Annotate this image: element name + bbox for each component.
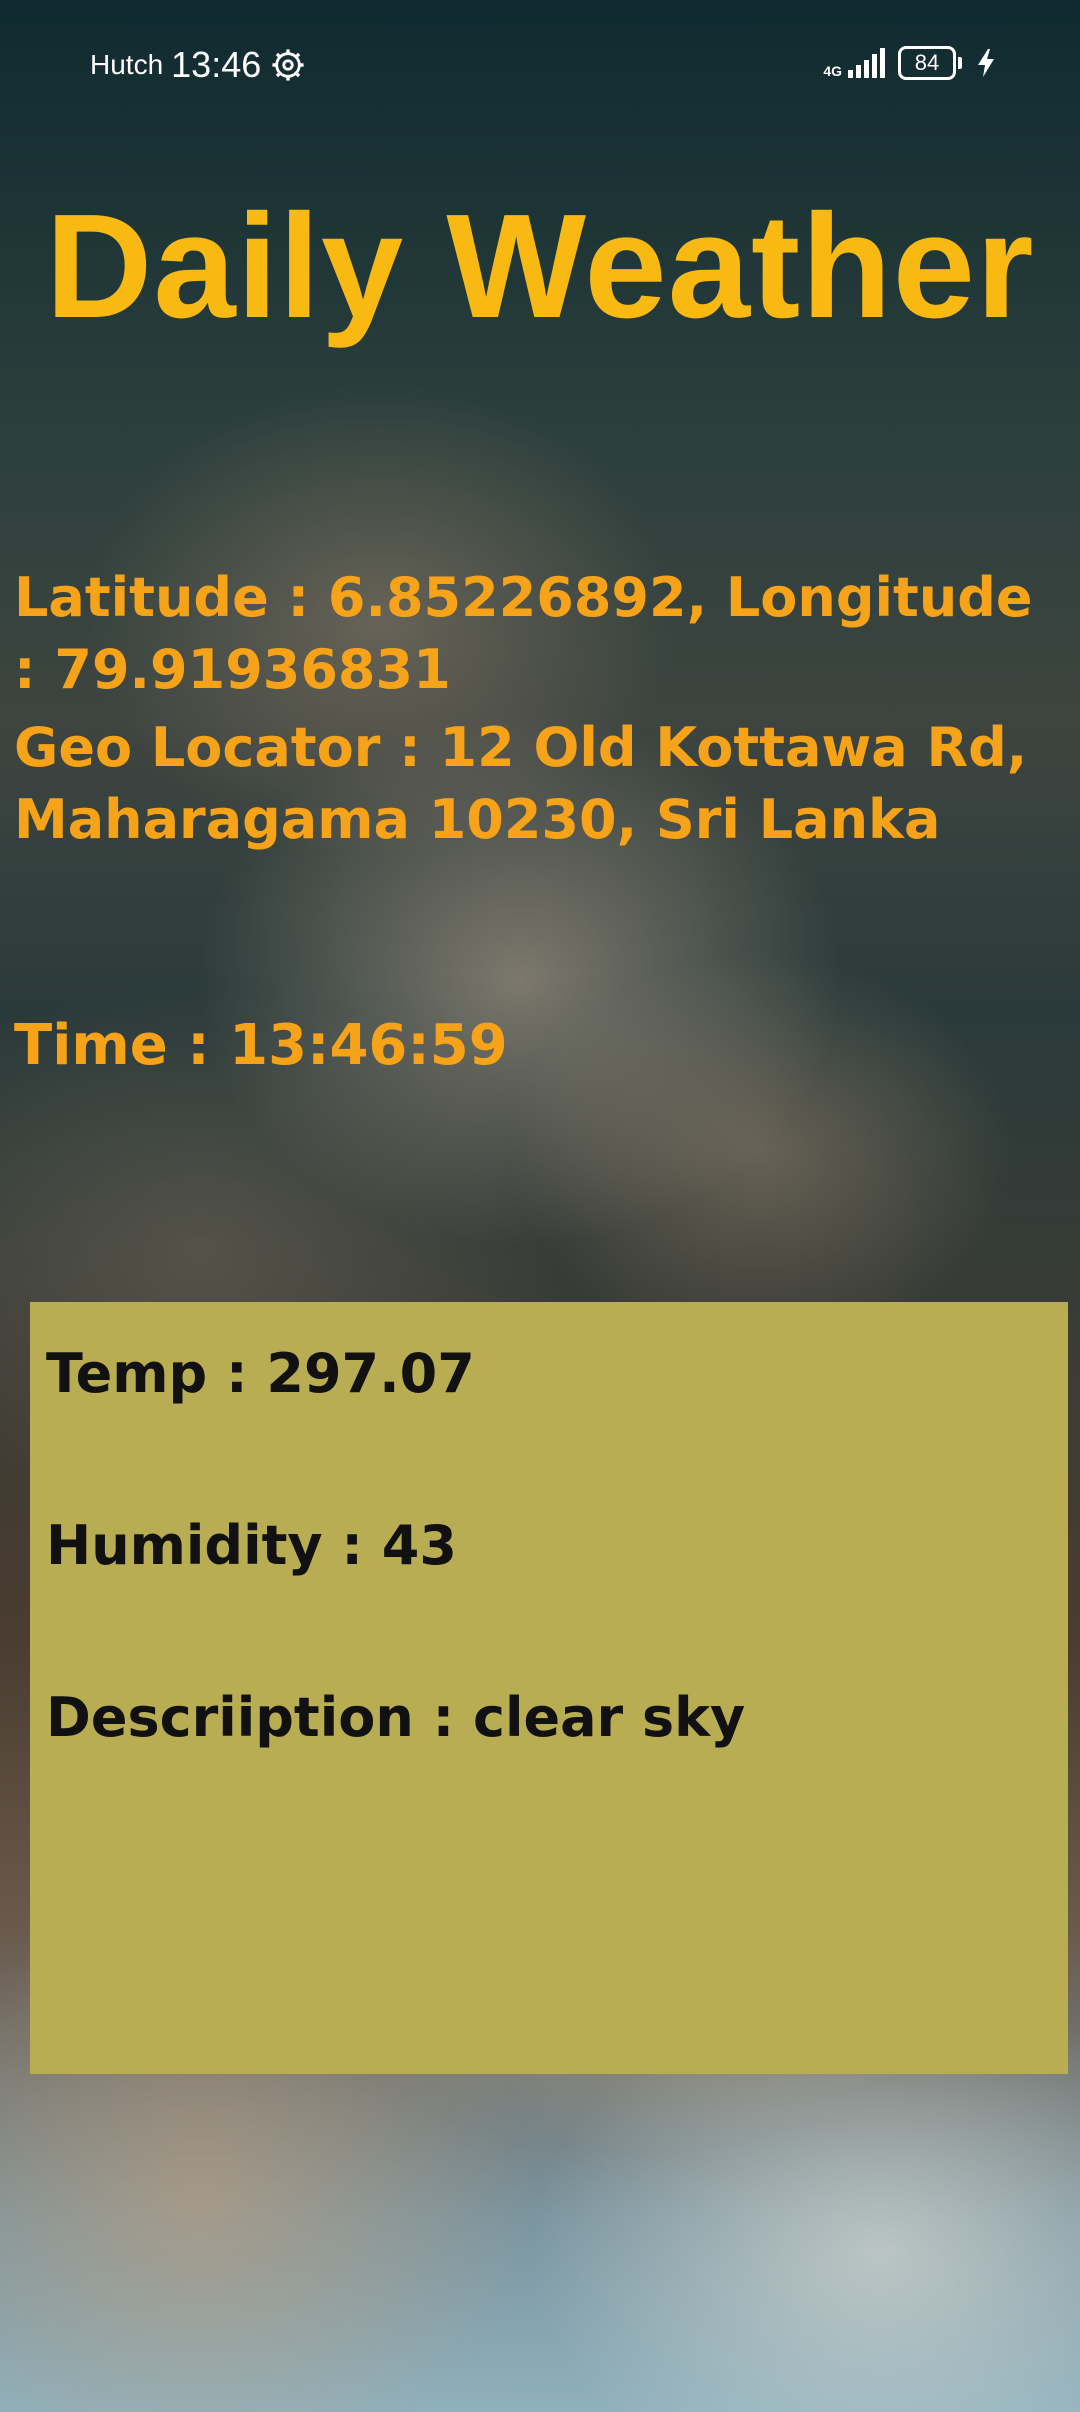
status-bar: Hutch 13:46 4G 84: [0, 0, 1080, 130]
status-right: 4G 84: [823, 46, 994, 80]
gear-icon: [272, 49, 304, 81]
signal-icon: [848, 48, 885, 78]
network-type-label: 4G: [823, 63, 842, 79]
status-left: Hutch 13:46: [90, 44, 305, 86]
carrier-label: Hutch: [90, 49, 164, 80]
weather-card: Temp : 297.07 Humidity : 43 Descriiption…: [30, 1302, 1068, 2074]
humidity-text: Humidity : 43: [46, 1514, 457, 1577]
battery-level: 84: [898, 46, 956, 80]
page-title: Daily Weather: [45, 184, 1035, 349]
battery-icon: 84: [898, 46, 962, 80]
status-clock: 13:46: [171, 44, 262, 85]
description-text: Descriiption : clear sky: [46, 1686, 746, 1749]
geo-locator-text: Geo Locator : 12 Old Kottawa Rd, Maharag…: [14, 716, 1028, 851]
bolt-icon: [978, 49, 994, 77]
lat-long-text: Latitude : 6.85226892, Longitude : 79.91…: [14, 566, 1033, 701]
battery-tip: [958, 57, 962, 69]
temp-text: Temp : 297.07: [46, 1342, 475, 1405]
network-indicator: 4G: [823, 48, 886, 78]
time-text: Time : 13:46:59: [14, 1013, 508, 1078]
